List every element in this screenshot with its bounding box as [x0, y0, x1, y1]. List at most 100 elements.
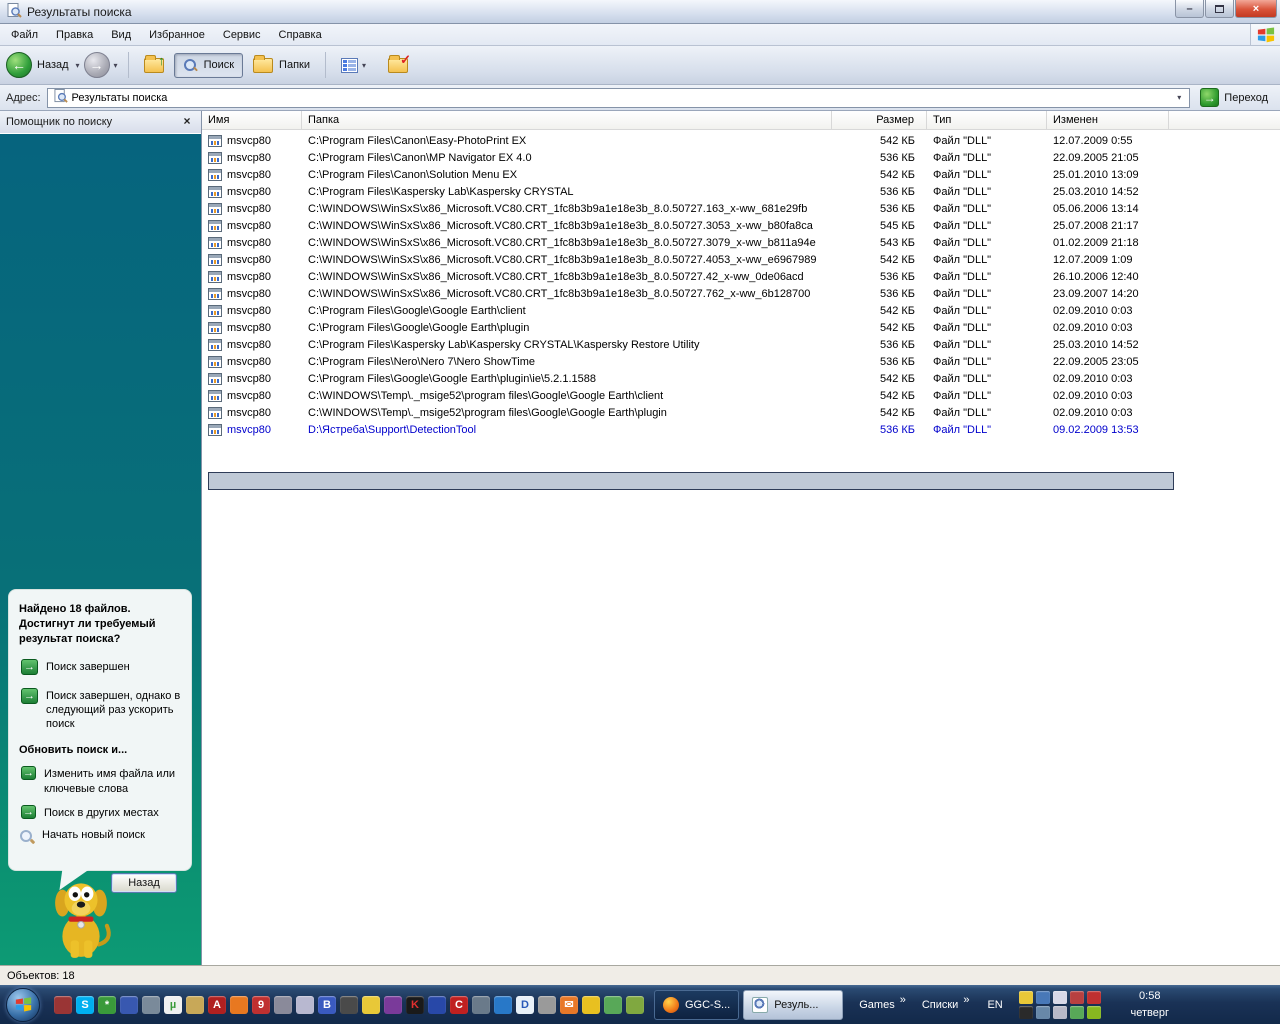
column-header-type[interactable]: Тип — [927, 111, 1047, 129]
file-name-cell[interactable]: msvcp80 — [202, 168, 302, 181]
sync-folder-button[interactable]: ✓ — [380, 52, 416, 77]
menu-item[interactable]: Избранное — [140, 26, 214, 44]
video-editor-icon[interactable] — [472, 995, 490, 1014]
network-monitors-icon[interactable] — [1035, 990, 1050, 1004]
guitar-app-icon[interactable]: 9 — [252, 995, 270, 1014]
msvcp80[interactable]: msvcp80 C:\WINDOWS\Temp\._msige52\progra… — [202, 404, 1280, 421]
back-dropdown-icon[interactable]: ▾ — [76, 61, 80, 70]
comodo-icon[interactable]: C — [450, 995, 468, 1014]
close-button[interactable]: × — [1235, 0, 1277, 18]
file-name-cell[interactable]: msvcp80 — [202, 338, 302, 351]
taskbar-clock[interactable]: 0:58 четверг — [1113, 988, 1187, 1021]
column-header-name[interactable]: Имя — [202, 111, 302, 129]
msvcp80[interactable]: msvcp80 C:\WINDOWS\WinSxS\x86_Microsoft.… — [202, 217, 1280, 234]
nvidia-icon[interactable] — [1086, 1005, 1101, 1019]
adobe-reader-icon[interactable]: A — [208, 995, 226, 1014]
sidebar-close-button[interactable]: × — [179, 114, 195, 130]
msvcp80[interactable]: msvcp80 D:\Ястреба\Support\DetectionTool… — [202, 421, 1280, 438]
antivirus-bird-icon[interactable] — [1086, 990, 1101, 1004]
back-button[interactable]: ← — [6, 52, 32, 78]
menu-item[interactable]: Правка — [47, 26, 102, 44]
forward-button[interactable]: → — [83, 52, 110, 78]
msvcp80[interactable]: msvcp80 C:\Program Files\Google\Google E… — [202, 319, 1280, 336]
companion-back-button[interactable]: Назад — [111, 873, 177, 894]
file-name-cell[interactable]: msvcp80 — [202, 287, 302, 300]
search-option[interactable]: → Поиск завершен, однако в следующий раз… — [21, 687, 181, 732]
file-name-cell[interactable]: msvcp80 — [202, 270, 302, 283]
address-input[interactable]: Результаты поиска ▾ — [46, 87, 1191, 108]
go-button[interactable]: → Переход — [1198, 87, 1274, 108]
file-name-cell[interactable]: msvcp80 — [202, 304, 302, 317]
start-button[interactable] — [6, 987, 40, 1022]
globe-purple-icon[interactable] — [384, 995, 402, 1014]
column-header-size[interactable]: Размер — [832, 111, 927, 129]
msvcp80[interactable]: msvcp80 C:\Program Files\Google\Google E… — [202, 370, 1280, 387]
search-toggle-button[interactable]: Поиск — [173, 52, 244, 78]
search-option[interactable]: → Поиск завершен — [21, 658, 181, 675]
file-name-cell[interactable]: msvcp80 — [202, 134, 302, 147]
file-name-cell[interactable]: msvcp80 — [202, 321, 302, 334]
clock-tray-icon[interactable] — [1018, 990, 1033, 1004]
lightning-app-icon[interactable] — [274, 995, 292, 1014]
cd-burner-icon[interactable] — [296, 995, 314, 1014]
menu-item[interactable]: Файл — [2, 26, 47, 44]
language-indicator[interactable]: EN — [987, 999, 1002, 1011]
utorrent-icon[interactable]: µ — [164, 995, 182, 1014]
msvcp80[interactable]: msvcp80 C:\WINDOWS\WinSxS\x86_Microsoft.… — [202, 285, 1280, 302]
network-error-icon[interactable] — [1069, 990, 1084, 1004]
menu-item[interactable]: Вид — [102, 26, 140, 44]
chevron-icon[interactable]: » — [963, 994, 969, 1006]
file-name-cell[interactable]: msvcp80 — [202, 253, 302, 266]
dictionary-book-icon[interactable] — [362, 995, 380, 1014]
taskbar-window-button[interactable]: GGC-S... — [654, 989, 740, 1020]
start-new-search-option[interactable]: Начать новый поиск — [19, 829, 181, 845]
google-earth-icon[interactable] — [494, 995, 512, 1014]
file-name-cell[interactable]: msvcp80 — [202, 202, 302, 215]
file-name-cell[interactable]: msvcp80 — [202, 423, 302, 436]
file-name-cell[interactable]: msvcp80 — [202, 389, 302, 402]
msvcp80[interactable]: msvcp80 C:\Program Files\Canon\Easy-Phot… — [202, 132, 1280, 149]
refine-option[interactable]: → Поиск в других местах — [21, 805, 181, 820]
folders-toggle-button[interactable]: Папки — [245, 54, 318, 77]
save-floppy-icon[interactable] — [120, 995, 138, 1014]
msvcp80[interactable]: msvcp80 C:\WINDOWS\Temp\._msige52\progra… — [202, 387, 1280, 404]
daemon-tools-icon[interactable]: D — [516, 995, 534, 1014]
settings-gear-icon[interactable] — [1035, 1005, 1050, 1019]
movie-reel-icon[interactable] — [340, 995, 358, 1014]
g1-tray-icon[interactable] — [1018, 1005, 1033, 1019]
msvcp80[interactable]: msvcp80 C:\Program Files\Google\Google E… — [202, 302, 1280, 319]
msvcp80[interactable]: msvcp80 C:\Program Files\Kaspersky Lab\K… — [202, 336, 1280, 353]
file-name-cell[interactable]: msvcp80 — [202, 185, 302, 198]
msvcp80[interactable]: msvcp80 C:\WINDOWS\WinSxS\x86_Microsoft.… — [202, 200, 1280, 217]
menu-item[interactable]: Справка — [270, 26, 331, 44]
taskbar-toolbar-lists[interactable]: Списки » — [922, 994, 970, 1011]
msvcp80[interactable]: msvcp80 C:\Program Files\Kaspersky Lab\K… — [202, 183, 1280, 200]
flashget-icon[interactable] — [428, 995, 446, 1014]
address-dropdown-icon[interactable]: ▾ — [1171, 93, 1187, 102]
column-header-folder[interactable]: Папка — [302, 111, 832, 129]
msvcp80[interactable]: msvcp80 C:\WINDOWS\WinSxS\x86_Microsoft.… — [202, 268, 1280, 285]
installer-hand-icon[interactable] — [186, 995, 204, 1014]
file-name-cell[interactable]: msvcp80 — [202, 236, 302, 249]
views-button[interactable]: ▾ — [333, 54, 378, 77]
computer-tools-icon[interactable] — [142, 995, 160, 1014]
chevron-icon[interactable]: » — [900, 994, 906, 1006]
msvcp80[interactable]: msvcp80 C:\Program Files\Canon\Solution … — [202, 166, 1280, 183]
file-name-cell[interactable]: msvcp80 — [202, 406, 302, 419]
forward-dropdown-icon[interactable]: ▾ — [114, 61, 118, 70]
taskbar-window-button[interactable]: Резуль... — [743, 989, 844, 1020]
bluetooth-icon[interactable]: B — [318, 995, 336, 1014]
archive-box-icon[interactable] — [538, 995, 556, 1014]
mail-notifier-icon[interactable]: ✉ — [560, 995, 578, 1014]
refine-option[interactable]: → Изменить имя файла или ключевые слова — [21, 766, 181, 796]
msvcp80[interactable]: msvcp80 C:\Program Files\Canon\MP Naviga… — [202, 149, 1280, 166]
column-header-modified[interactable]: Изменен — [1047, 111, 1169, 129]
phone-sync-icon[interactable] — [604, 995, 622, 1014]
skype-icon[interactable]: S — [76, 995, 94, 1014]
restore-button[interactable] — [1205, 0, 1234, 18]
file-name-cell[interactable]: msvcp80 — [202, 219, 302, 232]
firefox-icon[interactable] — [230, 995, 248, 1014]
up-button[interactable]: ↑ — [136, 53, 172, 77]
webmoney-icon[interactable] — [626, 995, 644, 1014]
menu-item[interactable]: Сервис — [214, 26, 270, 44]
